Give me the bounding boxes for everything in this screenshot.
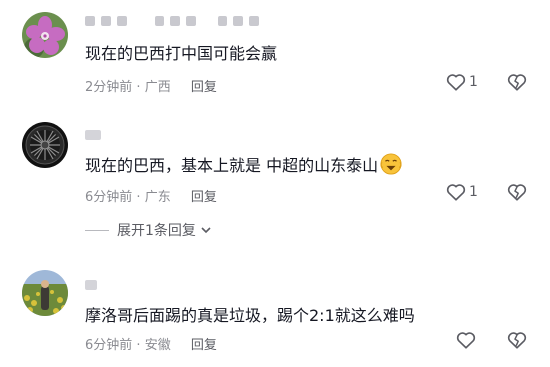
- comment-item: 摩洛哥后面踢的真是垃圾，踢个2:1就这么难吗 6分钟前 · 安徽 回复: [0, 258, 550, 367]
- comment-time: 2分钟前: [85, 80, 133, 95]
- heart-icon: [446, 74, 466, 91]
- comment-location: 安徽: [144, 338, 171, 353]
- like-button[interactable]: [456, 331, 479, 349]
- reply-button[interactable]: 回复: [191, 190, 217, 205]
- comment-meta: 2分钟前 · 广西 回复: [85, 76, 217, 95]
- like-button[interactable]: 1: [446, 73, 478, 91]
- meta-separator: ·: [132, 338, 145, 353]
- avatar[interactable]: [22, 270, 68, 316]
- meta-separator: ·: [132, 80, 145, 95]
- username[interactable]: [85, 130, 101, 140]
- like-count: 1: [469, 184, 478, 200]
- reply-button[interactable]: 回复: [191, 338, 217, 353]
- emoji-icon: [380, 153, 402, 175]
- heart-icon: [456, 332, 476, 349]
- comment-meta: 6分钟前 · 广东 回复: [85, 186, 217, 205]
- comment-time: 6分钟前: [85, 190, 133, 205]
- heart-icon: [446, 184, 466, 201]
- dislike-button[interactable]: [507, 331, 527, 353]
- avatar[interactable]: [22, 122, 68, 168]
- broken-heart-icon: [507, 74, 527, 91]
- comment-text-content: 现在的巴西，基本上就是 中超的山东泰山: [85, 156, 379, 175]
- username[interactable]: [85, 280, 97, 290]
- avatar[interactable]: [22, 12, 68, 58]
- comment-meta: 6分钟前 · 安徽 回复: [85, 334, 217, 353]
- expand-replies-label: 展开1条回复: [117, 223, 196, 239]
- chevron-down-icon: [201, 227, 211, 234]
- like-count: 1: [469, 74, 478, 90]
- comment-location: 广西: [144, 80, 171, 95]
- username[interactable]: [85, 16, 259, 26]
- dislike-button[interactable]: [507, 183, 527, 205]
- like-button[interactable]: 1: [446, 183, 478, 201]
- divider: [85, 229, 109, 231]
- meta-separator: ·: [132, 190, 145, 205]
- dislike-button[interactable]: [507, 73, 527, 95]
- broken-heart-icon: [507, 184, 527, 201]
- comment-item: 现在的巴西打中国可能会赢 2分钟前 · 广西 回复 1: [0, 0, 550, 110]
- comment-text: 现在的巴西打中国可能会赢: [85, 44, 278, 63]
- comment-location: 广东: [144, 190, 171, 205]
- comment-item: 现在的巴西，基本上就是 中超的山东泰山 6分钟前 · 广东 回复 1 展开1条回…: [0, 110, 550, 250]
- comment-text: 摩洛哥后面踢的真是垃圾，踢个2:1就这么难吗: [85, 306, 415, 325]
- broken-heart-icon: [507, 332, 527, 349]
- expand-replies-button[interactable]: 展开1条回复: [85, 220, 213, 240]
- comment-time: 6分钟前: [85, 338, 133, 353]
- comment-text: 现在的巴西，基本上就是 中超的山东泰山: [85, 152, 402, 176]
- reply-button[interactable]: 回复: [191, 80, 217, 95]
